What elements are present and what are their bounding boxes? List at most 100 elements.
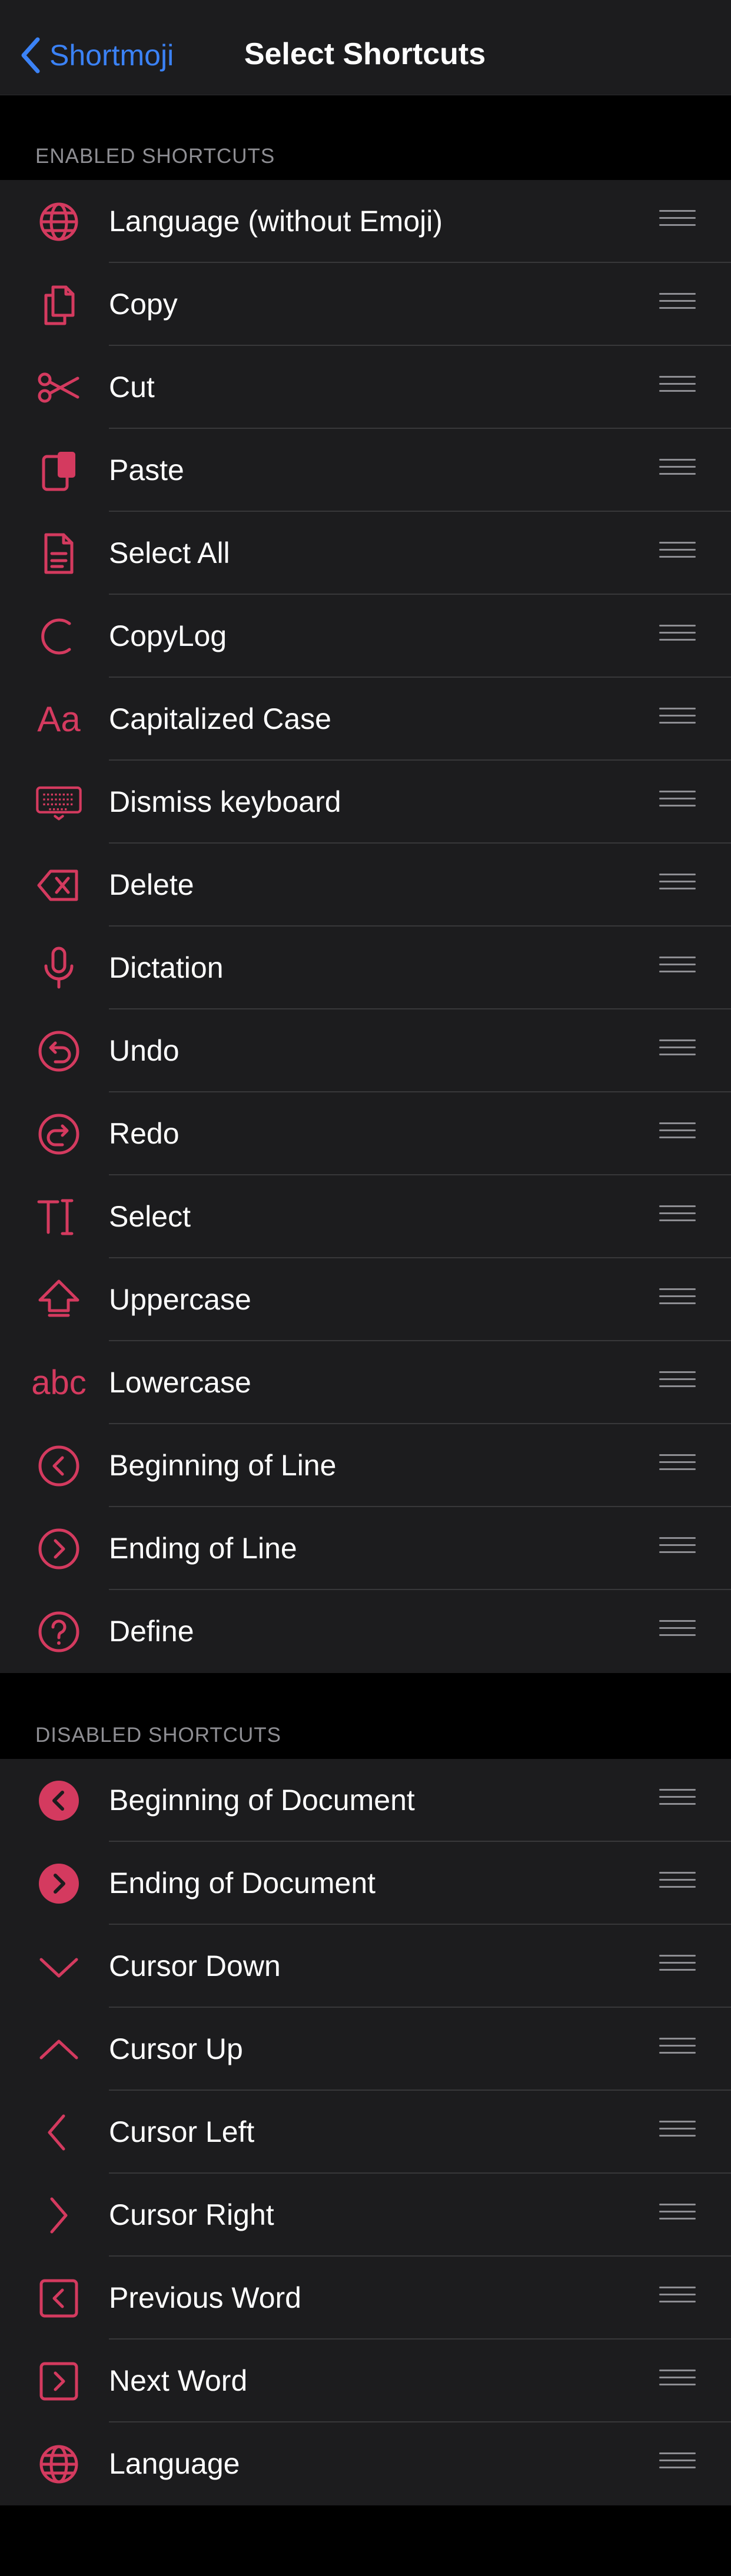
reorder-handle-icon[interactable] <box>659 1454 696 1478</box>
shortcut-row-capitalized-case[interactable]: Aa Capitalized Case <box>0 678 731 761</box>
shortcut-label: Capitalized Case <box>109 702 331 735</box>
reorder-handle-icon[interactable] <box>659 791 696 814</box>
keyboard-icon <box>31 779 87 825</box>
shortcut-label: Select All <box>109 536 230 569</box>
chevron-left-icon <box>21 37 40 74</box>
shortcut-row-dismiss-keyboard[interactable]: Dismiss keyboard <box>0 761 731 844</box>
reorder-handle-icon[interactable] <box>659 2287 696 2310</box>
text-cursor-icon <box>31 1194 87 1239</box>
reorder-handle-icon[interactable] <box>659 2370 696 2393</box>
shortcut-label: Dismiss keyboard <box>109 785 341 818</box>
shortcut-label: Ending of Document <box>109 1867 376 1899</box>
reorder-handle-icon[interactable] <box>659 708 696 731</box>
shortcut-row-paste[interactable]: Paste <box>0 429 731 512</box>
shortcut-row-delete[interactable]: Delete <box>0 844 731 927</box>
shortcut-label: Cursor Right <box>109 2198 274 2231</box>
shortcut-row-cursor-down[interactable]: Cursor Down <box>0 1925 731 2008</box>
chevron-left-square-icon <box>31 2275 87 2321</box>
back-button[interactable]: Shortmoji <box>18 31 174 80</box>
question-circle-icon <box>31 1609 87 1654</box>
reorder-handle-icon[interactable] <box>659 1872 696 1895</box>
shortcut-label: Paste <box>109 454 184 486</box>
shortcut-row-uppercase[interactable]: Uppercase <box>0 1258 731 1341</box>
back-label: Shortmoji <box>49 39 174 72</box>
shortcut-row-cut[interactable]: Cut <box>0 346 731 429</box>
shortcut-row-cursor-up[interactable]: Cursor Up <box>0 2008 731 2091</box>
reorder-handle-icon[interactable] <box>659 1955 696 1978</box>
reorder-handle-icon[interactable] <box>659 2452 696 2476</box>
shortcut-row-beginning-of-line[interactable]: Beginning of Line <box>0 1424 731 1507</box>
chevron-left-circle-icon <box>31 1443 87 1488</box>
section-header-disabled: DISABLED SHORTCUTS <box>35 1724 281 1747</box>
copy-icon <box>31 282 87 327</box>
shortcut-label: Copy <box>109 288 178 321</box>
abc-icon: abc <box>31 1364 87 1402</box>
disabled-shortcuts-list: Beginning of Document Ending of Document C… <box>0 1759 731 2505</box>
scissors-icon <box>31 365 87 410</box>
shortcut-label: Previous Word <box>109 2281 301 2314</box>
shortcut-label: Cursor Down <box>109 1950 281 1982</box>
shortcut-row-previous-word[interactable]: Previous Word <box>0 2257 731 2340</box>
chevron-left-icon <box>31 2110 87 2155</box>
reorder-handle-icon[interactable] <box>659 1205 696 1229</box>
chevron-left-filled-circle-icon <box>31 1778 87 1823</box>
shortcut-row-undo[interactable]: Undo <box>0 1009 731 1092</box>
shortcut-row-redo[interactable]: Redo <box>0 1092 731 1175</box>
shortcut-label: Language <box>109 2447 240 2480</box>
reorder-handle-icon[interactable] <box>659 210 696 234</box>
c-letter-icon <box>31 614 87 659</box>
shortcut-row-define[interactable]: Define <box>0 1590 731 1673</box>
shortcut-label: Cut <box>109 371 155 404</box>
shortcut-label: Undo <box>109 1034 180 1067</box>
shortcut-row-language[interactable]: Language <box>0 2422 731 2505</box>
shortcut-row-cursor-left[interactable]: Cursor Left <box>0 2091 731 2174</box>
chevron-right-icon <box>31 2192 87 2238</box>
reorder-handle-icon[interactable] <box>659 874 696 897</box>
reorder-handle-icon[interactable] <box>659 1371 696 1395</box>
chevron-up-icon <box>31 2027 87 2072</box>
reorder-handle-icon[interactable] <box>659 625 696 648</box>
shortcut-row-select[interactable]: Select <box>0 1175 731 1258</box>
shortcut-row-dictation[interactable]: Dictation <box>0 927 731 1009</box>
reorder-handle-icon[interactable] <box>659 2204 696 2227</box>
reorder-handle-icon[interactable] <box>659 1039 696 1063</box>
redo-circle-icon <box>31 1111 87 1157</box>
shortcut-row-copylog[interactable]: CopyLog <box>0 595 731 678</box>
shortcut-label: Ending of Line <box>109 1532 297 1565</box>
reorder-handle-icon[interactable] <box>659 376 696 399</box>
enabled-shortcuts-list: Language (without Emoji) Copy Cut Paste Sele… <box>0 180 731 1673</box>
reorder-handle-icon[interactable] <box>659 542 696 565</box>
shortcut-label: Redo <box>109 1117 180 1150</box>
navigation-bar: Shortmoji Select Shortcuts <box>0 0 731 95</box>
shortcut-label: CopyLog <box>109 619 227 652</box>
reorder-handle-icon[interactable] <box>659 2038 696 2061</box>
shortcut-label: Uppercase <box>109 1283 251 1316</box>
aa-icon: Aa <box>37 699 81 739</box>
reorder-handle-icon[interactable] <box>659 1537 696 1561</box>
shortcut-row-ending-of-document[interactable]: Ending of Document <box>0 1842 731 1925</box>
shortcut-row-ending-of-line[interactable]: Ending of Line <box>0 1507 731 1590</box>
shortcut-label: Cursor Left <box>109 2115 255 2148</box>
shortcut-row-language-without-emoji[interactable]: Language (without Emoji) <box>0 180 731 263</box>
chevron-right-circle-icon <box>31 1526 87 1571</box>
delete-backspace-icon <box>31 862 87 908</box>
reorder-handle-icon[interactable] <box>659 293 696 316</box>
shortcut-row-copy[interactable]: Copy <box>0 263 731 346</box>
reorder-handle-icon[interactable] <box>659 2121 696 2144</box>
shortcut-row-beginning-of-document[interactable]: Beginning of Document <box>0 1759 731 1842</box>
shortcut-label: Select <box>109 1200 191 1233</box>
shortcut-label: Dictation <box>109 951 224 984</box>
reorder-handle-icon[interactable] <box>659 1122 696 1146</box>
shortcut-label: Beginning of Document <box>109 1784 415 1817</box>
reorder-handle-icon[interactable] <box>659 1288 696 1312</box>
shortcut-row-cursor-right[interactable]: Cursor Right <box>0 2174 731 2257</box>
reorder-handle-icon[interactable] <box>659 957 696 980</box>
shortcut-label: Delete <box>109 868 194 901</box>
reorder-handle-icon[interactable] <box>659 1789 696 1812</box>
reorder-handle-icon[interactable] <box>659 459 696 482</box>
reorder-handle-icon[interactable] <box>659 1620 696 1644</box>
shortcut-row-next-word[interactable]: Next Word <box>0 2340 731 2422</box>
shortcut-row-lowercase[interactable]: abc Lowercase <box>0 1341 731 1424</box>
shortcut-row-select-all[interactable]: Select All <box>0 512 731 595</box>
paste-icon <box>31 448 87 493</box>
